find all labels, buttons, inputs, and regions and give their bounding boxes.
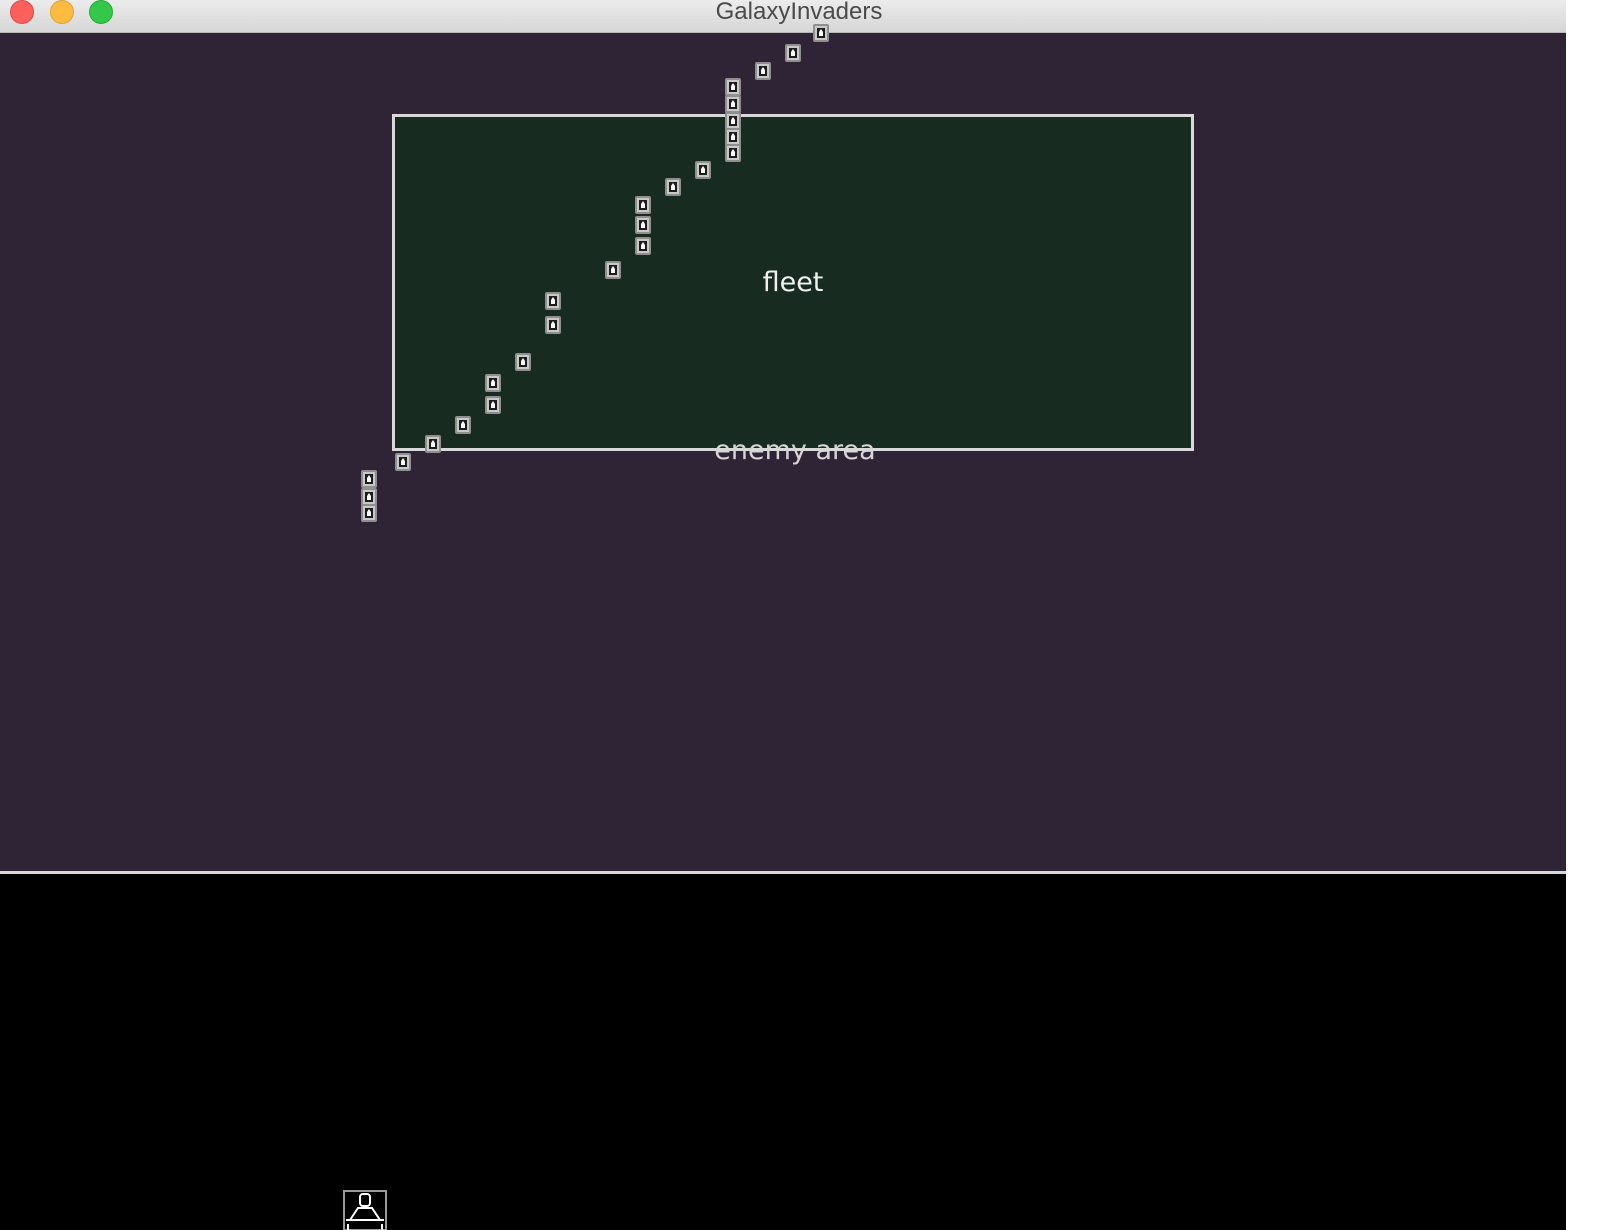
invader-icon: [695, 161, 711, 179]
player-ship-icon[interactable]: [343, 1190, 387, 1230]
invader-icon: [665, 178, 681, 196]
invader-icon: [785, 44, 801, 62]
invader-icon: [725, 95, 741, 113]
invader-icon: [605, 261, 621, 279]
enemy-area-box: fleet: [392, 114, 1194, 451]
invader-icon: [515, 353, 531, 371]
window-edge: [1566, 0, 1598, 1230]
invader-icon: [361, 470, 377, 488]
invader-icon: [485, 374, 501, 392]
player-zone: [0, 874, 1566, 1230]
invader-icon: [635, 237, 651, 255]
fleet-label: fleet: [762, 267, 824, 298]
invader-icon: [545, 292, 561, 310]
invader-icon: [361, 504, 377, 522]
invader-icon: [455, 416, 471, 434]
invader-icon: [813, 24, 829, 42]
enemy-area-label: enemy area: [714, 435, 876, 466]
invader-icon: [485, 396, 501, 414]
invader-icon: [755, 62, 771, 80]
invader-icon: [725, 78, 741, 96]
invader-icon: [635, 196, 651, 214]
app-window: GalaxyInvaders fleet enemy area: [0, 0, 1598, 1230]
invader-icon: [725, 144, 741, 162]
title-bar: GalaxyInvaders: [0, 0, 1598, 33]
invader-icon: [545, 316, 561, 334]
invader-icon: [395, 453, 411, 471]
invader-icon: [635, 216, 651, 234]
window-title: GalaxyInvaders: [715, 0, 883, 25]
invader-icon: [425, 435, 441, 453]
